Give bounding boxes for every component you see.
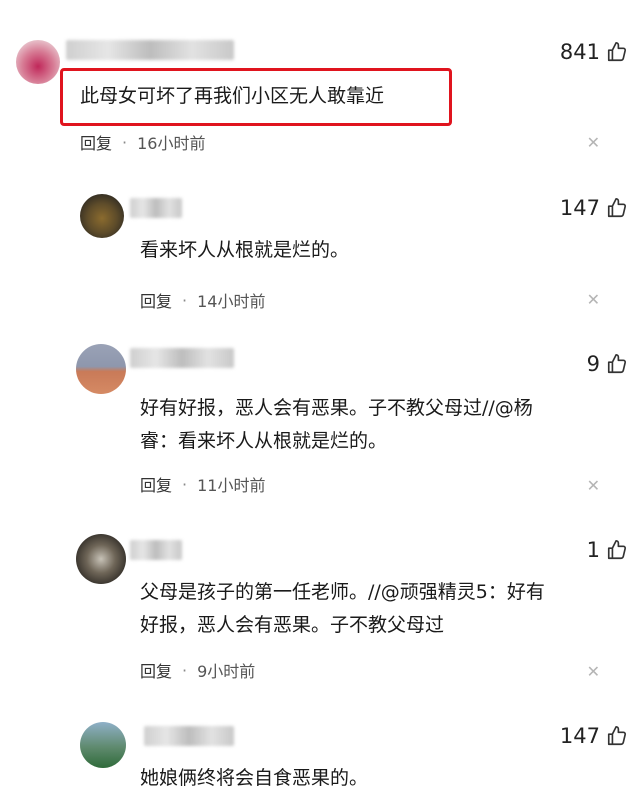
like-count: 147 — [559, 196, 600, 220]
timestamp: 9小时前 — [197, 662, 256, 681]
username-blurred[interactable] — [66, 40, 234, 60]
avatar[interactable] — [80, 194, 124, 238]
close-icon[interactable]: ✕ — [587, 133, 600, 152]
separator-dot: · — [182, 660, 188, 680]
comment-meta: 回复 · 9小时前 — [140, 658, 255, 682]
timestamp: 14小时前 — [197, 292, 266, 311]
comment-2: 147 看来坏人从根就是烂的。 回复 · 14小时前 ✕ — [0, 180, 640, 330]
separator-dot: · — [182, 474, 188, 494]
avatar[interactable] — [76, 534, 126, 584]
avatar[interactable] — [16, 40, 60, 84]
username-blurred[interactable] — [130, 348, 234, 368]
avatar[interactable] — [80, 722, 126, 768]
like-button[interactable]: 1 — [587, 538, 628, 562]
like-button[interactable]: 9 — [587, 352, 628, 376]
avatar[interactable] — [76, 344, 126, 394]
reply-button[interactable]: 回复 — [140, 288, 172, 312]
close-icon[interactable]: ✕ — [587, 476, 600, 495]
reply-button[interactable]: 回复 — [140, 472, 172, 496]
like-count: 147 — [559, 724, 600, 748]
like-count: 1 — [586, 538, 600, 562]
separator-dot: · — [182, 290, 188, 310]
like-count: 841 — [559, 40, 600, 64]
comment-meta: 回复 · 16小时前 — [80, 130, 205, 154]
comment-text: 她娘俩终将会自食恶果的。 — [140, 767, 369, 789]
reply-button[interactable]: 回复 — [80, 130, 112, 154]
comment-meta: 回复 · 11小时前 — [140, 472, 265, 496]
username-blurred[interactable] — [144, 726, 234, 746]
reply-button[interactable]: 回复 — [140, 658, 172, 682]
timestamp: 11小时前 — [197, 476, 266, 495]
like-count: 9 — [586, 352, 600, 376]
comment-4: 1 父母是孩子的第一任老师。//@顽强精灵5：好有 好报，恶人会有恶果。子不教父… — [0, 520, 640, 700]
comment-meta: 回复 · 14小时前 — [140, 288, 265, 312]
comment-5: 147 她娘俩终将会自食恶果的。 — [0, 710, 640, 795]
close-icon[interactable]: ✕ — [587, 290, 600, 309]
like-button[interactable]: 841 — [560, 40, 628, 64]
thumbs-up-icon — [607, 42, 627, 62]
thumbs-up-icon — [607, 354, 627, 374]
like-button[interactable]: 147 — [560, 724, 628, 748]
highlight-box — [60, 68, 452, 126]
comment-text: 看来坏人从根就是烂的。 — [140, 239, 350, 261]
thumbs-up-icon — [607, 726, 627, 746]
like-button[interactable]: 147 — [560, 196, 628, 220]
thumbs-up-icon — [607, 198, 627, 218]
username-blurred[interactable] — [130, 540, 182, 560]
username-blurred[interactable] — [130, 198, 182, 218]
comment-text: 父母是孩子的第一任老师。//@顽强精灵5：好有 好报，恶人会有恶果。子不教父母过 — [140, 581, 545, 636]
close-icon[interactable]: ✕ — [587, 662, 600, 681]
comment-text: 好有好报，恶人会有恶果。子不教父母过//@杨 睿：看来坏人从根就是烂的。 — [140, 397, 533, 452]
thumbs-up-icon — [607, 540, 627, 560]
timestamp: 16小时前 — [137, 134, 206, 153]
separator-dot: · — [122, 132, 128, 152]
comment-3: 9 好有好报，恶人会有恶果。子不教父母过//@杨 睿：看来坏人从根就是烂的。 回… — [0, 330, 640, 510]
